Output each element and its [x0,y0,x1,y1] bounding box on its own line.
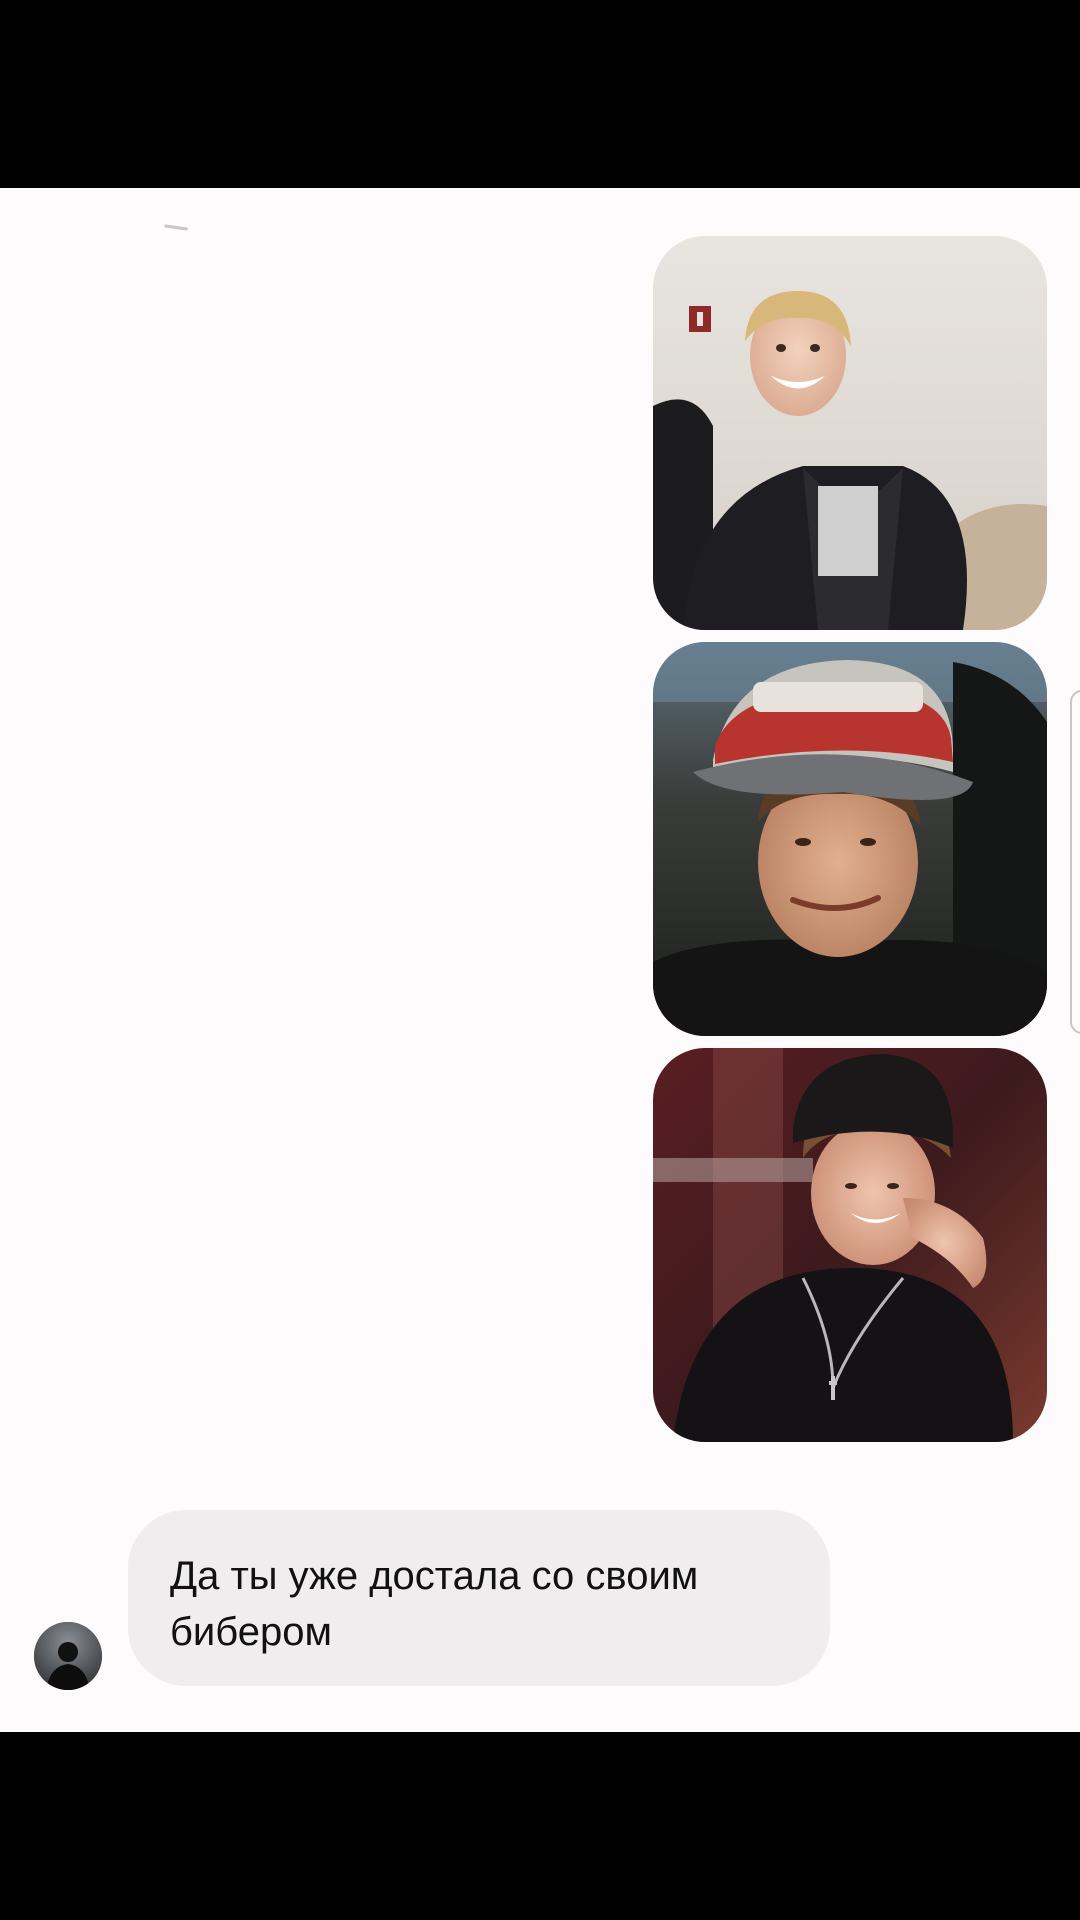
artifact-mark [163,224,189,231]
received-message-bubble[interactable]: Да ты уже достала со своим бибером [128,1510,830,1686]
bottom-letterbox [0,1732,1080,1920]
chat-area[interactable]: Да ты уже достала со своим бибером [0,188,1080,1732]
screen: Да ты уже достала со своим бибером [0,0,1080,1920]
received-message-row: Да ты уже достала со своим бибером [0,1510,1080,1710]
photo-young-man-red-cap-grimace-icon [653,642,1047,1036]
photo-young-man-black-cap-laughing-icon [653,1048,1047,1442]
sent-photo-2[interactable] [653,642,1047,1036]
photo-young-man-leather-jacket-smiling-icon [653,236,1047,630]
scroll-handle[interactable] [1070,690,1080,1034]
sent-photo-3[interactable] [653,1048,1047,1442]
message-text: Да ты уже достала со своим бибером [170,1554,699,1654]
sent-photo-1[interactable] [653,236,1047,630]
top-letterbox [0,0,1080,188]
user-avatar-dark-icon[interactable] [34,1622,102,1690]
